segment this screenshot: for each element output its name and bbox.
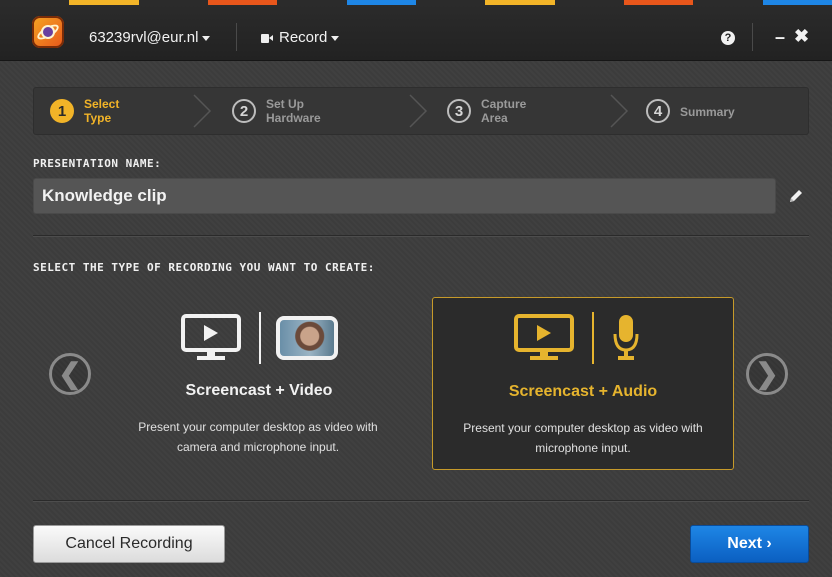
previous-arrow-button[interactable]: ❮ — [49, 353, 91, 395]
app-logo-icon — [32, 16, 64, 48]
option-screencast-video[interactable]: Screencast + Video Present your computer… — [108, 297, 410, 470]
step-label: Type — [84, 111, 112, 125]
step-set-up-hardware: 2 Set Up Hardware — [232, 88, 338, 134]
wizard-steps: 1 Select Type 2 Set Up Hardware 3 Capture A… — [33, 87, 809, 135]
chevron-down-icon — [331, 35, 340, 41]
divider — [259, 312, 261, 364]
record-menu-label: Record — [279, 29, 328, 46]
option-description-line: Present your computer desktop as video w… — [138, 420, 378, 434]
minimize-button[interactable]: – — [775, 28, 785, 46]
pencil-icon[interactable] — [787, 187, 805, 205]
title-bar: 63239rvl@eur.nl Record ? – ✖ — [0, 5, 832, 61]
step-label: Hardware — [266, 111, 321, 125]
divider — [236, 23, 237, 51]
step-label: Set Up — [266, 97, 305, 111]
option-title: Screencast + Video — [185, 382, 333, 399]
monitor-icon — [181, 314, 241, 360]
microphone-icon — [613, 315, 639, 360]
step-number: 4 — [646, 99, 670, 123]
close-button[interactable]: ✖ — [794, 27, 809, 45]
webcam-thumbnail — [276, 316, 338, 360]
divider — [592, 312, 594, 364]
chevron-down-icon — [202, 35, 211, 41]
next-button[interactable]: Next › — [690, 525, 809, 563]
divider — [752, 23, 753, 51]
chevron-right-icon — [610, 94, 629, 128]
option-description: Present your computer desktop as video w… — [118, 417, 398, 457]
option-description-line: microphone input. — [535, 441, 631, 455]
presentation-name-label: PRESENTATION NAME: — [33, 157, 162, 170]
step-label: Summary — [680, 104, 735, 119]
step-label: Area — [481, 111, 508, 125]
step-label: Select — [84, 97, 120, 111]
step-capture-area: 3 Capture Area — [447, 88, 553, 134]
step-number: 1 — [50, 99, 74, 123]
option-description-line: Present your computer desktop as video w… — [463, 421, 703, 435]
option-description-line: camera and microphone input. — [176, 440, 340, 454]
presentation-name-input[interactable] — [33, 178, 776, 214]
help-icon[interactable]: ? — [721, 31, 735, 45]
monitor-icon — [514, 314, 574, 360]
step-summary: 4 Summary — [646, 88, 752, 134]
option-description: Present your computer desktop as video w… — [443, 418, 723, 458]
next-arrow-button[interactable]: ❯ — [746, 353, 788, 395]
step-select-type: 1 Select Type — [50, 88, 156, 134]
step-number: 2 — [232, 99, 256, 123]
chevron-right-icon — [409, 94, 428, 128]
video-camera-icon — [261, 33, 273, 43]
account-email: 63239rvl@eur.nl — [89, 29, 199, 46]
option-screencast-audio[interactable]: Screencast + Audio Present your computer… — [432, 297, 734, 470]
step-number: 3 — [447, 99, 471, 123]
step-label: Capture — [481, 97, 527, 111]
divider — [33, 235, 809, 237]
record-menu[interactable]: Record — [261, 29, 340, 46]
account-menu[interactable]: 63239rvl@eur.nl — [89, 29, 211, 46]
option-title: Screencast + Audio — [508, 383, 658, 400]
chevron-right-icon — [193, 94, 212, 128]
divider — [33, 500, 809, 502]
cancel-recording-button[interactable]: Cancel Recording — [33, 525, 225, 563]
recording-type-label: SELECT THE TYPE OF RECORDING YOU WANT TO… — [33, 261, 375, 274]
